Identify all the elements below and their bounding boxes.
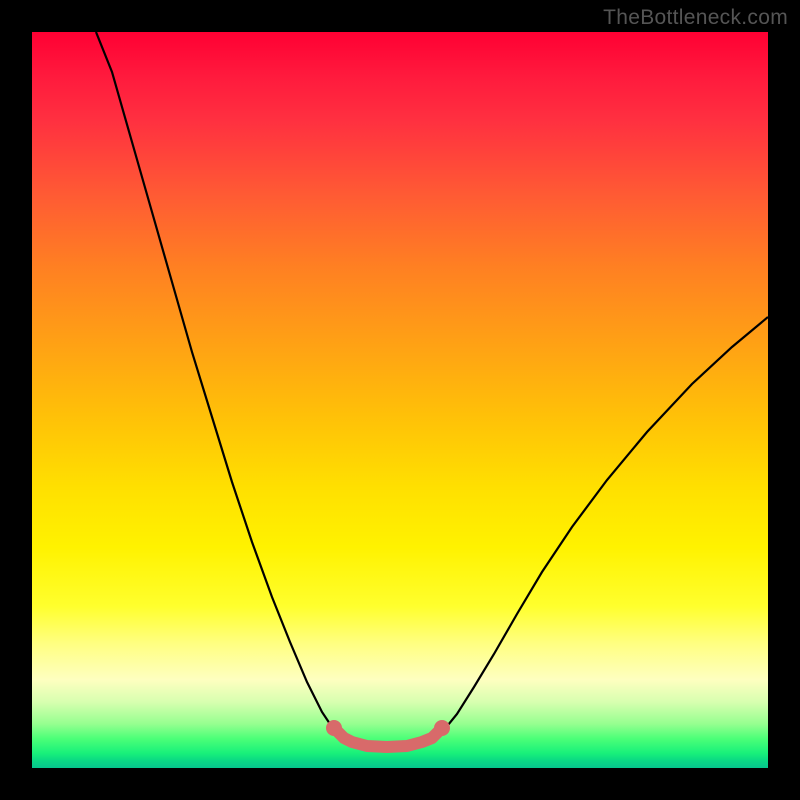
plot-area [32, 32, 768, 768]
watermark-text: TheBottleneck.com [603, 6, 788, 30]
highlight-endpoint-left [326, 720, 342, 736]
chart-frame: TheBottleneck.com [0, 0, 800, 800]
curve-layer [32, 32, 768, 768]
bottleneck-curve [96, 32, 768, 748]
highlight-segment [334, 728, 442, 747]
highlight-endpoint-right [434, 720, 450, 736]
